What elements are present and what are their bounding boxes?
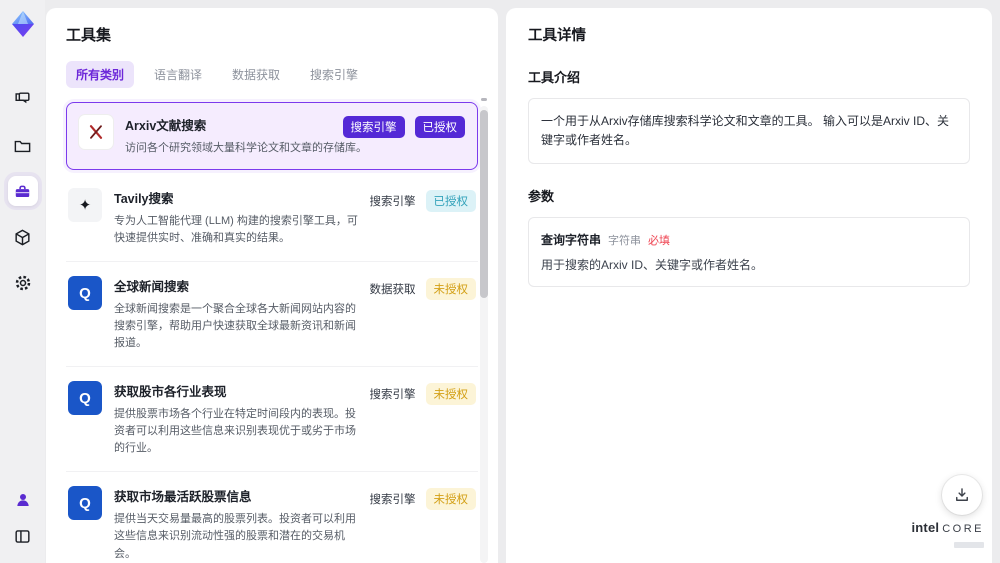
download-button[interactable]: [942, 475, 982, 515]
tab-data-fetching[interactable]: 数据获取: [222, 61, 290, 88]
tab-all-categories[interactable]: 所有类别: [66, 61, 135, 88]
tool-name: Arxiv文献搜索: [125, 119, 207, 133]
intel-core-text: core: [942, 523, 984, 536]
tool-description: 提供股票市场各个行业在特定时间段内的表现。投资者可以利用这些信息来识别表现优于或…: [114, 408, 356, 455]
tool-card-global-news[interactable]: Q 全球新闻搜索 全球新闻搜索是一个聚合全球各大新闻网站内容的搜索引擎，帮助用户…: [66, 262, 478, 368]
param-required-badge: 必填: [648, 235, 671, 248]
params-heading: 参数: [528, 189, 555, 205]
download-icon: [956, 488, 968, 501]
tool-detail-panel: 工具详情 工具介绍 一个用于从Arxiv存储库搜索科学论文和文章的工具。 输入可…: [506, 8, 992, 563]
category-badge: 搜索引擎: [342, 116, 405, 138]
news-search-icon: Q: [68, 276, 102, 311]
tool-body: Arxiv文献搜索 访问各个研究领域大量科学论文和文章的存储库。: [125, 115, 369, 157]
page-title: 工具集: [66, 27, 112, 44]
category-label: 搜索引擎: [369, 196, 416, 209]
folder-icon: [14, 140, 31, 152]
app-logo: [7, 8, 39, 40]
tool-body: 获取股市各行业表现 提供股票市场各个行业在特定时间段内的表现。投资者可以利用这些…: [114, 381, 358, 457]
toolbox-icon: [15, 185, 30, 197]
tool-list: Arxiv文献搜索 访问各个研究领域大量科学论文和文章的存储库。 搜索引擎 已授…: [66, 102, 478, 563]
intro-card: 一个用于从Arxiv存储库搜索科学论文和文章的工具。 输入可以是Arxiv ID…: [528, 98, 970, 165]
sidebar-item-toolbox[interactable]: [7, 176, 38, 206]
sidebar-item-files[interactable]: [8, 130, 38, 160]
intel-brand-text: intel: [911, 520, 940, 536]
tool-name: 获取市场最活跃股票信息: [114, 490, 252, 505]
user-icon: [16, 494, 29, 506]
tool-tags: 数据获取 未授权: [369, 278, 476, 301]
main-area: 工具集 所有类别 语言翻译 数据获取 搜索引擎 Arxiv文献搜索 访问各个研究…: [45, 0, 1000, 563]
tool-name: 获取股市各行业表现: [114, 385, 227, 400]
tool-body: Tavily搜索 专为人工智能代理 (LLM) 构建的搜索引擎工具，可快速提供实…: [114, 188, 358, 247]
panel-toggle-icon: [15, 529, 30, 543]
intel-logo: intel core: [911, 520, 984, 553]
intro-heading: 工具介绍: [528, 70, 581, 85]
tool-description: 专为人工智能代理 (LLM) 构建的搜索引擎工具，可快速提供实时、准确和真实的结…: [114, 215, 358, 245]
intro-text: 一个用于从Arxiv存储库搜索科学论文和文章的工具。 输入可以是Arxiv ID…: [541, 114, 950, 148]
tool-description: 全球新闻搜索是一个聚合全球各大新闻网站内容的搜索引擎，帮助用户快速获取全球最新资…: [114, 303, 356, 350]
sidebar-item-models[interactable]: [8, 222, 38, 252]
tool-tags: 搜索引擎 未授权: [369, 383, 476, 406]
sidebar-item-collapse-panel[interactable]: [8, 521, 38, 551]
gear-icon: [15, 275, 30, 291]
scrollbar-cap: [481, 98, 487, 101]
auth-status-badge: 已授权: [414, 116, 465, 138]
sidebar-item-user[interactable]: [8, 485, 38, 515]
arxiv-logo-icon: [79, 115, 113, 149]
intel-logo-sub: [954, 542, 984, 549]
stock-sector-icon: Q: [68, 381, 102, 416]
diamond-logo-icon: [11, 11, 34, 37]
tab-search-engine[interactable]: 搜索引擎: [300, 61, 368, 88]
scrollbar-thumb[interactable]: [480, 110, 488, 298]
auth-status-badge: 未授权: [425, 383, 476, 406]
chat-icon: [15, 91, 30, 103]
category-label: 搜索引擎: [369, 389, 416, 402]
cube-icon: [15, 229, 30, 245]
tool-name: Tavily搜索: [114, 192, 174, 207]
tool-card-stock-sector[interactable]: Q 获取股市各行业表现 提供股票市场各个行业在特定时间段内的表现。投资者可以利用…: [66, 367, 478, 473]
detail-title: 工具详情: [528, 28, 586, 44]
param-card: 查询字符串 字符串 必填 用于搜索的Arxiv ID、关键字或作者姓名。: [528, 217, 970, 288]
nav-sidebar: [0, 0, 45, 563]
tool-description: 访问各个研究领域大量科学论文和文章的存储库。: [125, 142, 367, 154]
tool-name: 全球新闻搜索: [114, 280, 190, 295]
tool-card-arxiv[interactable]: Arxiv文献搜索 访问各个研究领域大量科学论文和文章的存储库。 搜索引擎 已授…: [66, 102, 478, 171]
param-description: 用于搜索的Arxiv ID、关键字或作者姓名。: [541, 258, 764, 273]
nav-bottom-group: [8, 485, 38, 551]
nav-icon-group: [7, 84, 38, 298]
tool-tags: 搜索引擎 已授权: [342, 116, 465, 138]
active-stock-icon: Q: [68, 486, 102, 521]
category-tabs: 所有类别 语言翻译 数据获取 搜索引擎: [66, 61, 478, 88]
sidebar-item-settings[interactable]: [8, 268, 38, 298]
param-header-row: 查询字符串 字符串 必填: [541, 231, 957, 248]
tool-list-panel: 工具集 所有类别 语言翻译 数据获取 搜索引擎 Arxiv文献搜索 访问各个研究…: [46, 8, 498, 563]
param-name: 查询字符串: [541, 233, 602, 248]
auth-status-badge: 未授权: [425, 488, 476, 511]
tool-body: 获取市场最活跃股票信息 提供当天交易量最高的股票列表。投资者可以利用这些信息来识…: [114, 486, 358, 562]
app-root: 工具集 所有类别 语言翻译 数据获取 搜索引擎 Arxiv文献搜索 访问各个研究…: [0, 0, 1000, 563]
sparkle-icon: ✦: [68, 188, 102, 223]
scrollbar-track[interactable]: [480, 106, 488, 563]
tool-card-tavily[interactable]: ✦ Tavily搜索 专为人工智能代理 (LLM) 构建的搜索引擎工具，可快速提…: [66, 174, 478, 263]
sidebar-item-chat[interactable]: [8, 84, 38, 114]
tool-card-active-stocks[interactable]: Q 获取市场最活跃股票信息 提供当天交易量最高的股票列表。投资者可以利用这些信息…: [66, 472, 478, 563]
tool-description: 提供当天交易量最高的股票列表。投资者可以利用这些信息来识别流动性强的股票和潜在的…: [114, 513, 356, 560]
category-label: 搜索引擎: [369, 494, 416, 507]
tab-language-translation[interactable]: 语言翻译: [144, 61, 212, 88]
tool-body: 全球新闻搜索 全球新闻搜索是一个聚合全球各大新闻网站内容的搜索引擎，帮助用户快速…: [114, 276, 358, 352]
auth-status-badge: 已授权: [425, 190, 476, 213]
tool-tags: 搜索引擎 已授权: [369, 190, 476, 213]
tool-tags: 搜索引擎 未授权: [369, 488, 476, 511]
param-type: 字符串: [608, 235, 642, 248]
auth-status-badge: 未授权: [425, 278, 476, 301]
category-label: 数据获取: [369, 284, 416, 297]
